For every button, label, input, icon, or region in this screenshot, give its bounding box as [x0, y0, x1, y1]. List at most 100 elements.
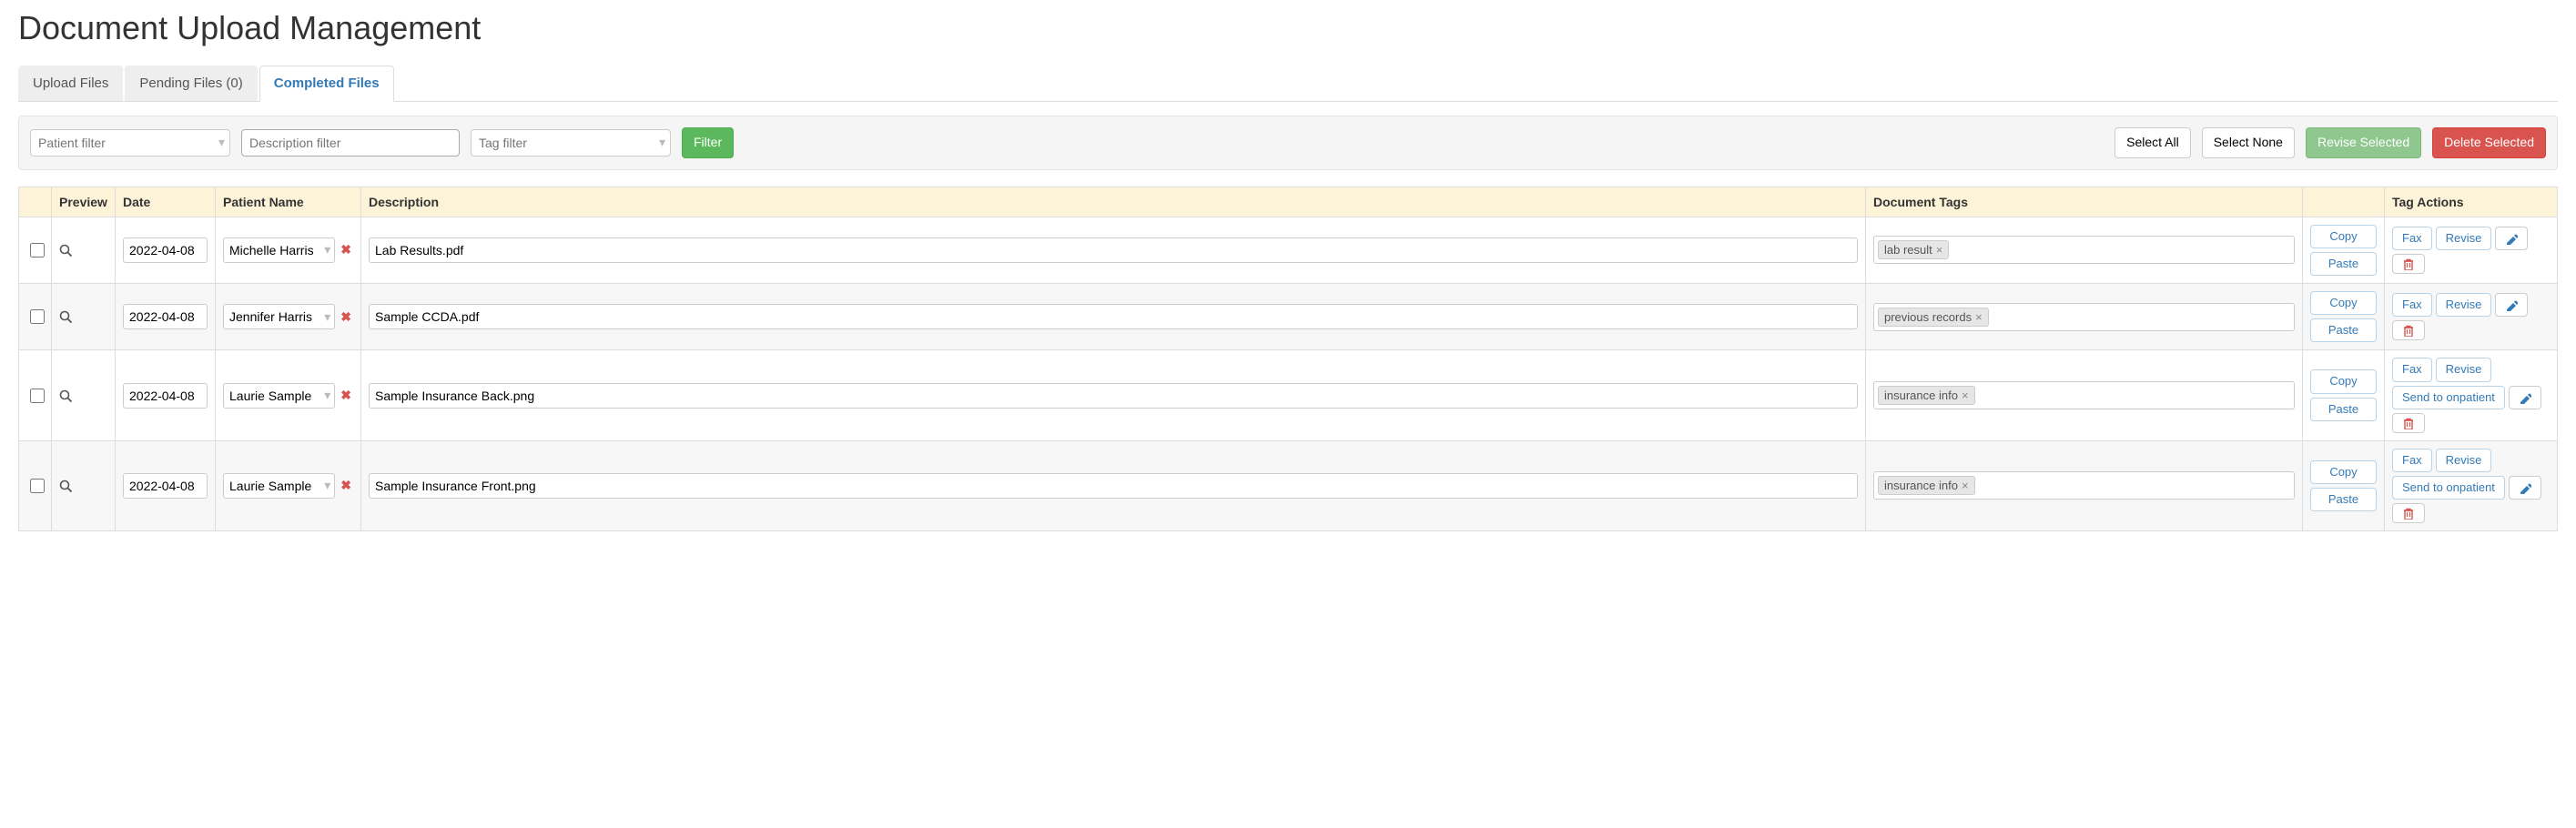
description-input[interactable] — [369, 304, 1858, 329]
col-checkbox — [19, 187, 52, 217]
tag-chip[interactable]: lab result × — [1878, 240, 1949, 259]
remove-tag-icon[interactable]: × — [1962, 479, 1969, 492]
tag-field[interactable]: insurance info × — [1873, 471, 2295, 500]
patient-combo[interactable]: ▾ — [223, 237, 335, 263]
paste-button[interactable]: Paste — [2310, 252, 2377, 276]
revise-button[interactable]: Revise — [2436, 358, 2492, 381]
magnifier-icon[interactable] — [59, 310, 107, 323]
col-actions: Tag Actions — [2385, 187, 2558, 217]
patient-combo[interactable]: ▾ — [223, 473, 335, 499]
description-filter-input[interactable] — [241, 129, 460, 157]
copy-button[interactable]: Copy — [2310, 225, 2377, 248]
delete-selected-button[interactable]: Delete Selected — [2432, 127, 2546, 158]
edit-button[interactable] — [2509, 476, 2541, 500]
patient-input[interactable] — [223, 383, 335, 409]
page-title: Document Upload Management — [18, 9, 2558, 47]
patient-filter-combo[interactable]: ▾ — [30, 129, 230, 157]
clear-patient-icon[interactable]: ✖ — [339, 388, 353, 403]
revise-button[interactable]: Revise — [2436, 449, 2492, 472]
copy-button[interactable]: Copy — [2310, 369, 2377, 393]
magnifier-icon[interactable] — [59, 244, 107, 257]
send-to-onpatient-button[interactable]: Send to onpatient — [2392, 476, 2505, 500]
edit-button[interactable] — [2495, 293, 2528, 317]
chevron-down-icon: ▾ — [324, 242, 330, 257]
table-row: ▾ ✖ insurance info × Copy Paste Fax Revi… — [19, 440, 2558, 530]
patient-combo[interactable]: ▾ — [223, 383, 335, 409]
tag-label: insurance info — [1884, 389, 1958, 402]
tag-chip[interactable]: insurance info × — [1878, 386, 1975, 405]
fax-button[interactable]: Fax — [2392, 358, 2432, 381]
magnifier-icon[interactable] — [59, 480, 107, 492]
date-input[interactable] — [123, 237, 208, 263]
tab-1[interactable]: Pending Files (0) — [125, 66, 257, 101]
documents-table: Preview Date Patient Name Description Do… — [18, 187, 2558, 532]
pencil-icon — [2505, 298, 2518, 311]
trash-icon — [2402, 507, 2415, 520]
fax-button[interactable]: Fax — [2392, 227, 2432, 250]
clear-patient-icon[interactable]: ✖ — [339, 309, 353, 325]
remove-tag-icon[interactable]: × — [1936, 243, 1943, 257]
tag-label: lab result — [1884, 243, 1932, 257]
patient-input[interactable] — [223, 237, 335, 263]
select-all-button[interactable]: Select All — [2115, 127, 2191, 158]
tab-2[interactable]: Completed Files — [259, 66, 394, 102]
revise-button[interactable]: Revise — [2436, 227, 2492, 250]
tag-filter-combo[interactable]: ▾ — [471, 129, 671, 157]
remove-tag-icon[interactable]: × — [1975, 310, 1983, 324]
description-input[interactable] — [369, 383, 1858, 409]
tag-filter-input[interactable] — [471, 129, 671, 157]
col-description: Description — [361, 187, 1866, 217]
row-checkbox[interactable] — [30, 479, 45, 493]
copy-button[interactable]: Copy — [2310, 291, 2377, 315]
clear-patient-icon[interactable]: ✖ — [339, 242, 353, 257]
paste-button[interactable]: Paste — [2310, 398, 2377, 421]
date-input[interactable] — [123, 304, 208, 329]
tag-field[interactable]: lab result × — [1873, 236, 2295, 264]
pencil-icon — [2505, 232, 2518, 245]
revise-selected-button[interactable]: Revise Selected — [2306, 127, 2421, 158]
tag-chip[interactable]: previous records × — [1878, 308, 1989, 327]
table-header-row: Preview Date Patient Name Description Do… — [19, 187, 2558, 217]
trash-icon — [2402, 257, 2415, 270]
magnifier-icon[interactable] — [59, 389, 107, 402]
patient-input[interactable] — [223, 473, 335, 499]
description-input[interactable] — [369, 237, 1858, 263]
col-tags: Document Tags — [1866, 187, 2303, 217]
patient-input[interactable] — [223, 304, 335, 329]
date-input[interactable] — [123, 473, 208, 499]
fax-button[interactable]: Fax — [2392, 449, 2432, 472]
col-date: Date — [116, 187, 216, 217]
clear-patient-icon[interactable]: ✖ — [339, 478, 353, 493]
filter-button[interactable]: Filter — [682, 127, 734, 158]
remove-tag-icon[interactable]: × — [1962, 389, 1969, 402]
send-to-onpatient-button[interactable]: Send to onpatient — [2392, 386, 2505, 409]
edit-button[interactable] — [2509, 386, 2541, 409]
tab-0[interactable]: Upload Files — [18, 66, 123, 101]
delete-button[interactable] — [2392, 413, 2425, 433]
patient-combo[interactable]: ▾ — [223, 304, 335, 329]
row-checkbox[interactable] — [30, 309, 45, 324]
revise-button[interactable]: Revise — [2436, 293, 2492, 317]
trash-icon — [2402, 324, 2415, 337]
delete-button[interactable] — [2392, 320, 2425, 340]
delete-button[interactable] — [2392, 503, 2425, 523]
select-none-button[interactable]: Select None — [2202, 127, 2295, 158]
tag-chip[interactable]: insurance info × — [1878, 476, 1975, 495]
delete-button[interactable] — [2392, 254, 2425, 274]
pencil-icon — [2519, 391, 2531, 404]
paste-button[interactable]: Paste — [2310, 488, 2377, 511]
copy-button[interactable]: Copy — [2310, 460, 2377, 484]
row-checkbox[interactable] — [30, 389, 45, 403]
tag-field[interactable]: previous records × — [1873, 303, 2295, 331]
patient-filter-input[interactable] — [30, 129, 230, 157]
row-checkbox[interactable] — [30, 243, 45, 257]
chevron-down-icon: ▾ — [324, 388, 330, 403]
description-input[interactable] — [369, 473, 1858, 499]
edit-button[interactable] — [2495, 227, 2528, 250]
tag-field[interactable]: insurance info × — [1873, 381, 2295, 409]
tab-bar: Upload FilesPending Files (0)Completed F… — [18, 66, 2558, 102]
date-input[interactable] — [123, 383, 208, 409]
paste-button[interactable]: Paste — [2310, 318, 2377, 342]
col-copy — [2303, 187, 2385, 217]
fax-button[interactable]: Fax — [2392, 293, 2432, 317]
